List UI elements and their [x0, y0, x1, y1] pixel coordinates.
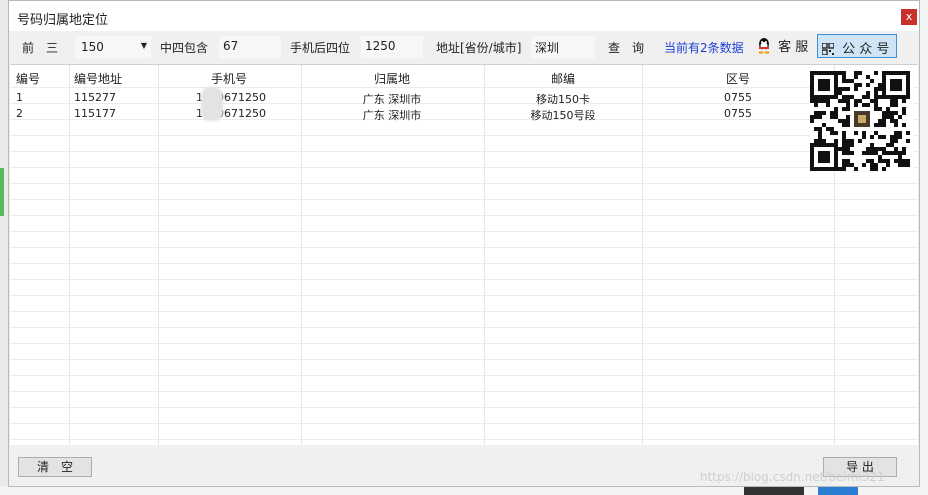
- middle-input[interactable]: 67: [219, 36, 281, 58]
- customer-service-button[interactable]: 客 服: [757, 36, 808, 58]
- row-divider: [10, 247, 918, 248]
- results-table[interactable]: 编号 编号地址 手机号 归属地 邮编 区号 1 115277 150067125…: [10, 64, 918, 445]
- prefix-label: 前 三: [22, 41, 59, 55]
- cell-location: 广东 深圳市: [362, 109, 422, 122]
- cell-postcode: 移动150卡: [536, 93, 590, 106]
- column-divider: [158, 65, 159, 445]
- row-divider: [10, 135, 918, 136]
- row-divider: [10, 359, 918, 360]
- column-header-id[interactable]: 编号: [16, 70, 40, 87]
- qr-code-image: [810, 71, 914, 171]
- cell-area-code: 0755: [724, 91, 752, 104]
- cell-code: 115277: [74, 91, 116, 104]
- column-header-code[interactable]: 编号地址: [74, 70, 122, 87]
- column-divider: [69, 65, 70, 445]
- row-divider: [10, 375, 918, 376]
- customer-service-label: 客 服: [778, 40, 809, 55]
- row-divider: [10, 311, 918, 312]
- tail-input[interactable]: 1250: [361, 36, 423, 58]
- row-divider: [10, 295, 918, 296]
- clear-button[interactable]: 清 空: [18, 457, 92, 477]
- tail-label: 手机后四位: [290, 41, 351, 55]
- row-divider: [10, 87, 918, 88]
- row-divider: [10, 103, 918, 104]
- background-blue-button: [818, 486, 858, 495]
- row-divider: [10, 407, 918, 408]
- official-account-label: 公 众 号: [842, 42, 890, 57]
- middle-label: 中四包含: [160, 41, 209, 55]
- cell-code: 115177: [74, 107, 116, 120]
- cell-id: 2: [16, 107, 23, 120]
- cell-postcode: 移动150号段: [530, 109, 596, 122]
- address-input[interactable]: 深圳: [531, 36, 595, 58]
- close-button[interactable]: x: [901, 9, 917, 25]
- column-header-area-code[interactable]: 区号: [726, 70, 750, 87]
- row-divider: [10, 231, 918, 232]
- qr-code-icon: [821, 42, 835, 56]
- row-divider: [10, 327, 918, 328]
- column-header-phone[interactable]: 手机号: [211, 70, 247, 87]
- qq-penguin-icon: [757, 38, 771, 54]
- cell-area-code: 0755: [724, 107, 752, 120]
- background-accent-bar: [0, 168, 4, 216]
- address-label: 地址[省份/城市]: [436, 41, 522, 55]
- window-title: 号码归属地定位: [17, 13, 109, 28]
- row-divider: [10, 439, 918, 440]
- row-divider: [10, 423, 918, 424]
- prefix-select[interactable]: 150 ▼: [75, 36, 151, 58]
- row-divider: [10, 215, 918, 216]
- row-divider: [10, 279, 918, 280]
- official-account-button[interactable]: 公 众 号: [817, 34, 897, 58]
- row-divider: [10, 151, 918, 152]
- background-window-edge: [920, 0, 928, 495]
- watermark-text: https://blog.csdn.net/beimi321: [700, 470, 885, 484]
- phone-redaction-blur: [201, 87, 223, 121]
- row-divider: [10, 391, 918, 392]
- background-dark-button: [744, 486, 804, 495]
- row-divider: [10, 343, 918, 344]
- query-toolbar: 前 三 150 ▼ 中四包含 67 手机后四位 1250 地址[省份/城市] 深…: [9, 33, 919, 61]
- row-divider: [10, 167, 918, 168]
- chevron-down-icon: ▼: [140, 41, 147, 50]
- query-button[interactable]: 查 询: [608, 39, 644, 56]
- title-bar: 号码归属地定位 x: [9, 1, 919, 31]
- column-divider: [484, 65, 485, 445]
- column-divider: [642, 65, 643, 445]
- column-header-postcode[interactable]: 邮编: [551, 70, 575, 87]
- phone-location-window: 号码归属地定位 x 前 三 150 ▼ 中四包含 67 手机后四位 1250 地…: [8, 0, 920, 487]
- cell-id: 1: [16, 91, 23, 104]
- record-count-status: 当前有2条数据: [664, 41, 744, 55]
- cell-location: 广东 深圳市: [362, 93, 422, 106]
- row-divider: [10, 183, 918, 184]
- column-header-location[interactable]: 归属地: [374, 70, 410, 87]
- prefix-select-value: 150: [81, 40, 104, 54]
- row-divider: [10, 119, 918, 120]
- row-divider: [10, 263, 918, 264]
- column-divider: [301, 65, 302, 445]
- row-divider: [10, 199, 918, 200]
